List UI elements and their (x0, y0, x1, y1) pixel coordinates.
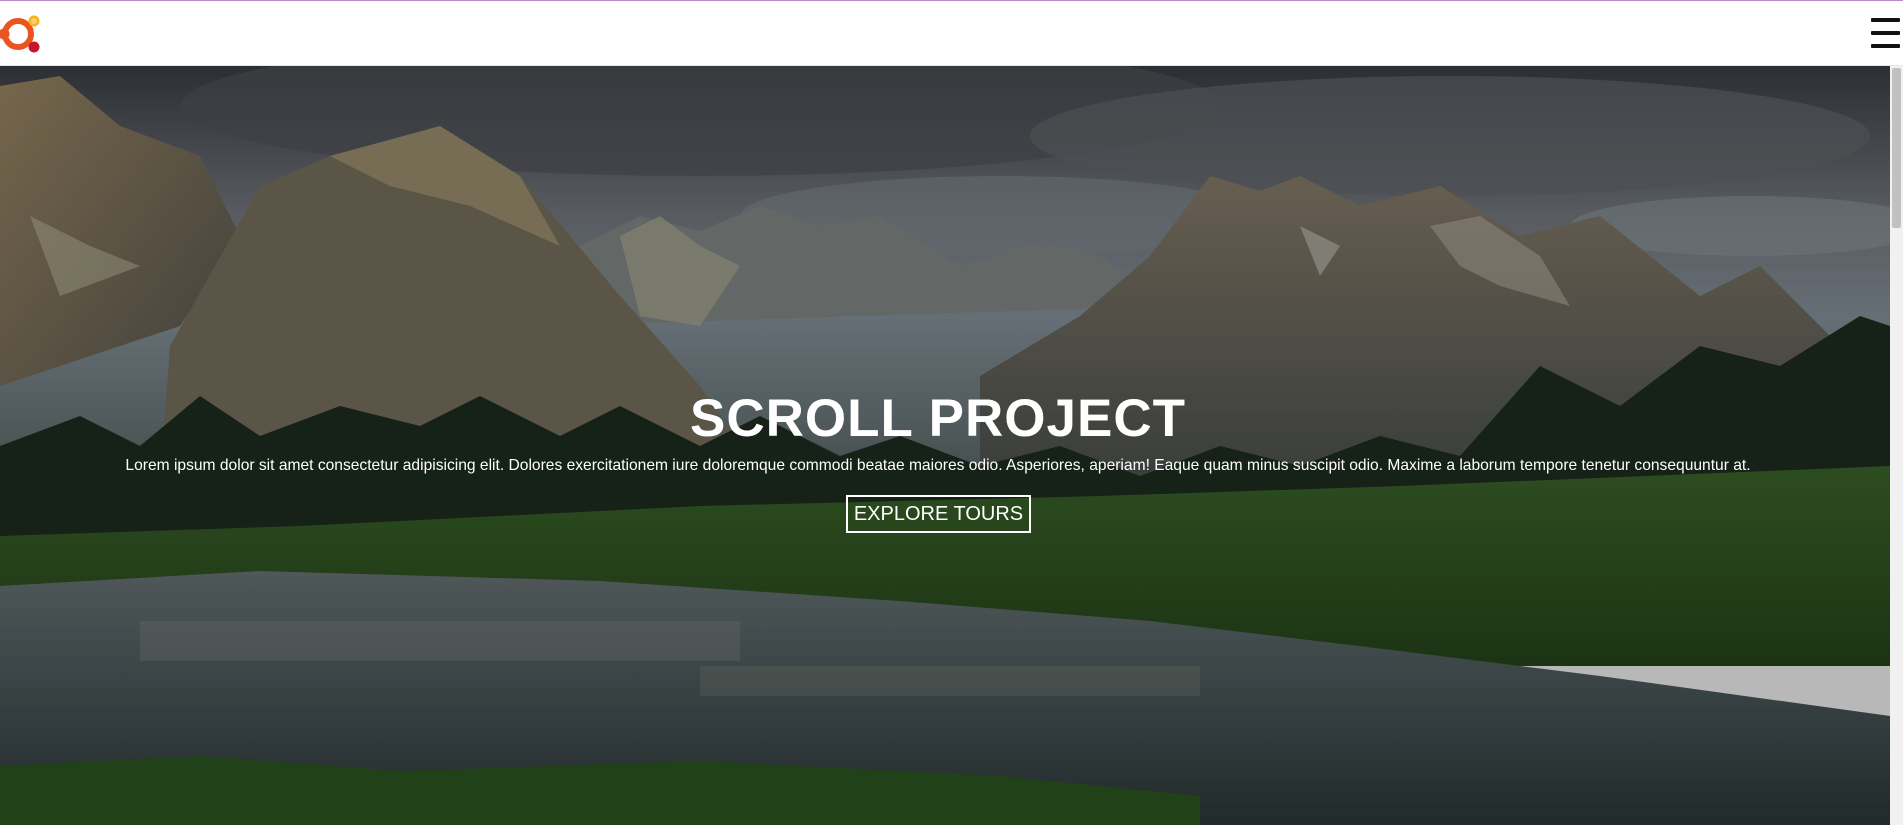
scrollbar-thumb[interactable] (1892, 68, 1901, 228)
menu-bar (1871, 31, 1900, 35)
logo-icon[interactable] (0, 9, 46, 59)
navbar (0, 1, 1903, 66)
hero-content: SCROLL PROJECT Lorem ipsum dolor sit ame… (0, 66, 1890, 825)
hero-title: SCROLL PROJECT (690, 389, 1186, 448)
explore-tours-button[interactable]: EXPLORE TOURS (846, 495, 1031, 533)
menu-bar (1871, 18, 1900, 22)
hero-section: SCROLL PROJECT Lorem ipsum dolor sit ame… (0, 66, 1890, 825)
page: SCROLL PROJECT Lorem ipsum dolor sit ame… (0, 0, 1903, 825)
hero-description: Lorem ipsum dolor sit amet consectetur a… (125, 457, 1751, 474)
hamburger-menu-icon[interactable] (1871, 18, 1903, 48)
scrollbar[interactable] (1890, 66, 1903, 825)
menu-bar (1871, 44, 1900, 48)
